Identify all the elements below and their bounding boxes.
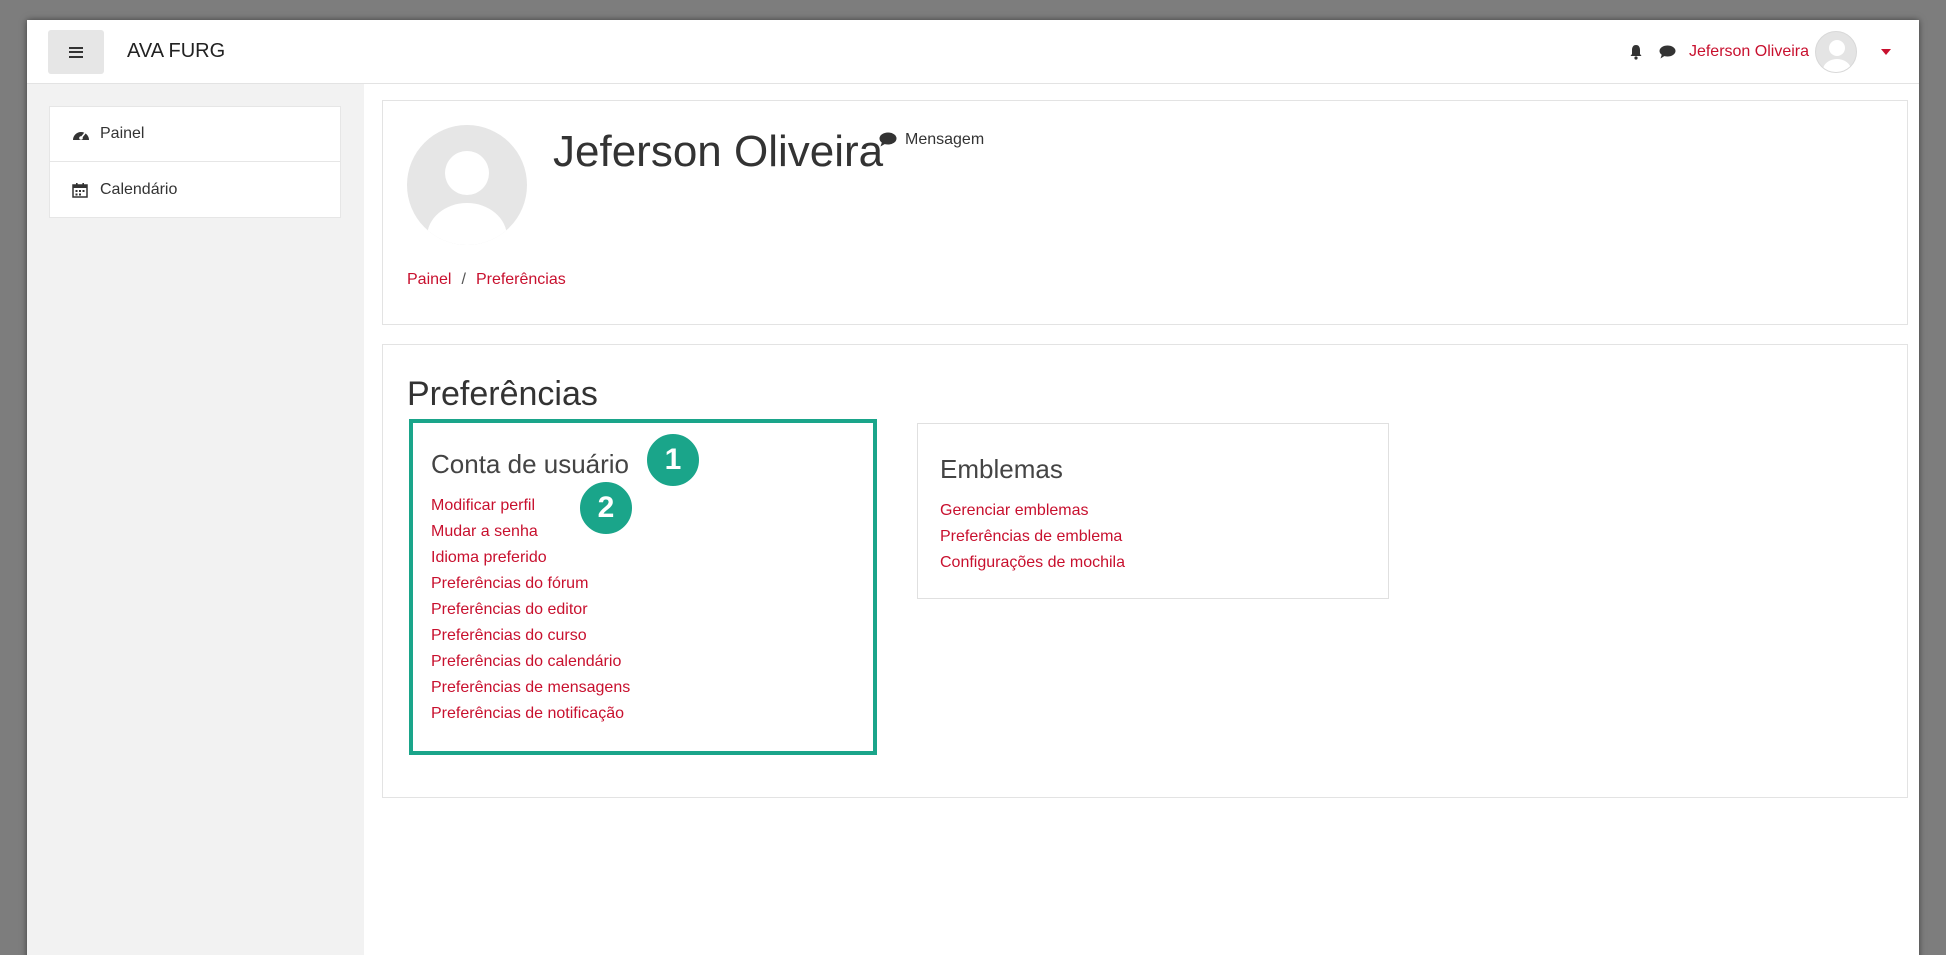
top-navbar: AVA FURG Jeferson Oliveira (27, 20, 1919, 84)
breadcrumb: Painel / Preferências (407, 271, 566, 289)
section-title: Emblemas (940, 454, 1063, 484)
link-course-preferences[interactable]: Preferências do curso (431, 623, 873, 649)
sidebar-nav: Painel Calendário (49, 106, 341, 218)
sidebar: Painel Calendário (27, 84, 364, 955)
navbar-user-area: Jeferson Oliveira (1613, 30, 1891, 74)
browser-window: AVA FURG Jeferson Oliveira Painel Calend… (27, 20, 1919, 955)
link-backpack-settings[interactable]: Configurações de mochila (940, 550, 1388, 576)
profile-avatar (407, 125, 527, 245)
user-avatar[interactable] (1815, 31, 1857, 73)
bell-icon[interactable] (1627, 43, 1645, 61)
annotation-badge-1: 1 (644, 431, 702, 489)
main-content: Jeferson Oliveira Mensagem Painel / Pref… (364, 84, 1919, 955)
dashboard-icon (72, 125, 90, 143)
chevron-down-icon[interactable] (1881, 49, 1891, 55)
link-calendar-preferences[interactable]: Preferências do calendário (431, 649, 873, 675)
account-section: Conta de usuário Modificar perfil Mudar … (409, 419, 877, 755)
link-forum-preferences[interactable]: Preferências do fórum (431, 571, 873, 597)
page-title: Preferências (407, 375, 598, 413)
sidebar-item-label: Painel (100, 125, 145, 142)
sidebar-item-painel[interactable]: Painel (50, 107, 340, 162)
breadcrumb-item-painel[interactable]: Painel (407, 271, 451, 289)
link-modify-profile[interactable]: Modificar perfil (431, 493, 873, 519)
comment-icon[interactable] (1659, 43, 1677, 61)
sidebar-item-calendario[interactable]: Calendário (50, 162, 340, 217)
link-notification-preferences[interactable]: Preferências de notificação (431, 701, 873, 727)
menu-toggle-button[interactable] (48, 30, 104, 74)
annotation-badge-2: 2 (577, 479, 635, 537)
comment-icon (879, 132, 897, 148)
hamburger-icon (69, 46, 83, 58)
sidebar-item-label: Calendário (100, 180, 178, 198)
badges-section: Emblemas Gerenciar emblemas Preferências… (917, 423, 1389, 599)
link-change-password[interactable]: Mudar a senha (431, 519, 873, 545)
link-message-preferences[interactable]: Preferências de mensagens (431, 675, 873, 701)
profile-header: Jeferson Oliveira Mensagem Painel / Pref… (382, 100, 1908, 325)
profile-name: Jeferson Oliveira (553, 127, 884, 176)
user-menu-name[interactable]: Jeferson Oliveira (1689, 43, 1809, 61)
message-label: Mensagem (905, 131, 985, 148)
preferences-card: Preferências Conta de usuário Modificar … (382, 344, 1908, 798)
breadcrumb-separator: / (461, 271, 466, 288)
calendar-icon (72, 181, 90, 199)
message-button[interactable]: Mensagem (879, 131, 984, 149)
link-preferred-language[interactable]: Idioma preferido (431, 545, 873, 571)
link-manage-badges[interactable]: Gerenciar emblemas (940, 498, 1388, 524)
link-editor-preferences[interactable]: Preferências do editor (431, 597, 873, 623)
link-badge-preferences[interactable]: Preferências de emblema (940, 524, 1388, 550)
breadcrumb-item-preferencias[interactable]: Preferências (476, 271, 566, 289)
site-brand[interactable]: AVA FURG (127, 40, 225, 63)
